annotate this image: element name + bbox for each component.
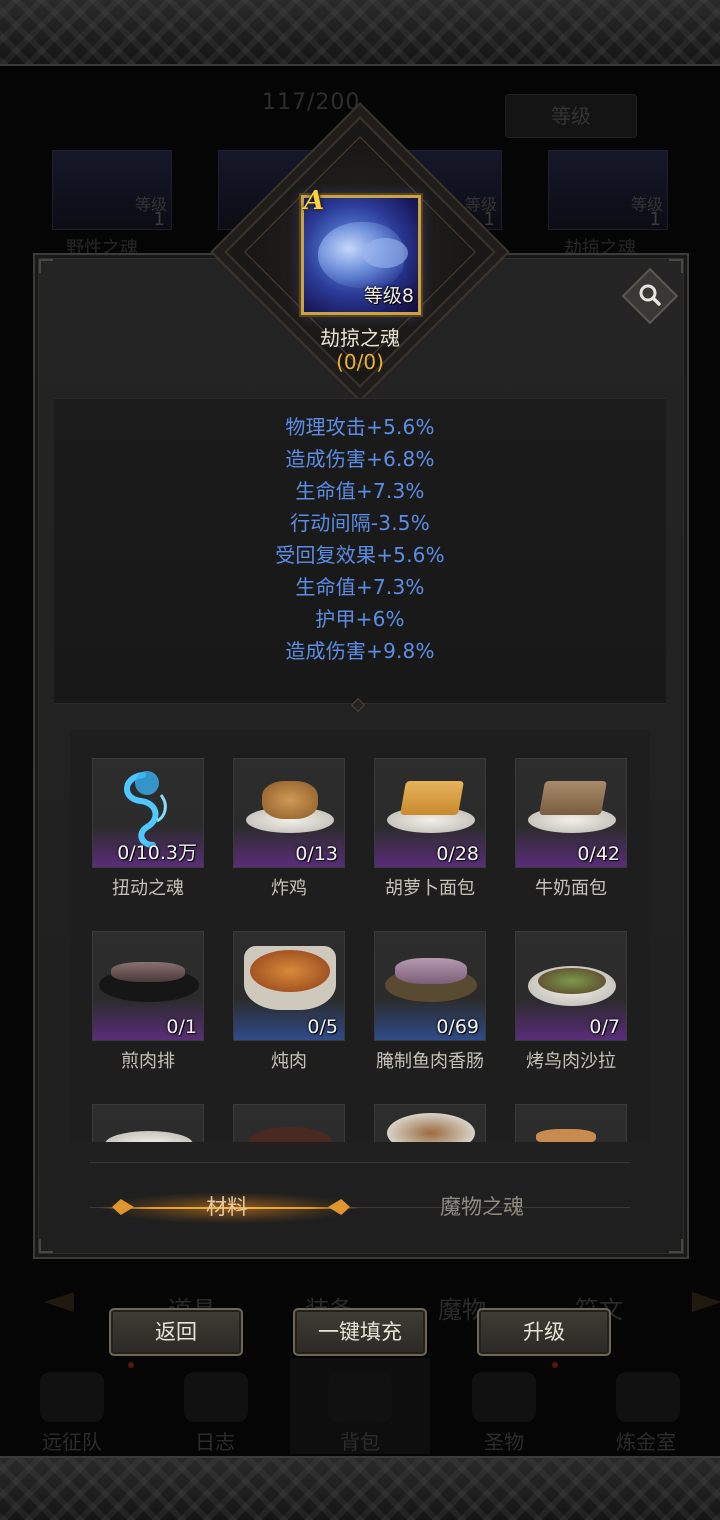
panel-corner [39, 259, 53, 273]
bg-soul-card: 等级 1 [52, 150, 172, 230]
dish-icon [248, 1127, 332, 1142]
fish-sausage-icon [395, 958, 467, 984]
material-tab-bar: 材料 魔物之魂 [90, 1185, 630, 1231]
material-card[interactable] [374, 1104, 486, 1142]
material-item[interactable] [233, 1104, 345, 1142]
soul-progress: (0/0) [336, 350, 384, 374]
material-card[interactable]: 0/7 [515, 931, 627, 1041]
material-label: 烤鸟肉沙拉 [526, 1051, 616, 1072]
fried-chicken-icon [262, 781, 318, 819]
bg-nav-log-icon [184, 1372, 248, 1422]
material-card[interactable]: 0/69 [374, 931, 486, 1041]
material-count: 0/13 [295, 843, 338, 865]
notification-dot [552, 1362, 558, 1368]
material-item[interactable]: 0/5 炖肉 [233, 931, 345, 1073]
material-label: 煎肉排 [121, 1051, 175, 1072]
stat-line: 行动间隔-3.5% [290, 511, 430, 535]
material-card[interactable]: 0/42 [515, 758, 627, 868]
material-item[interactable]: 0/13 炸鸡 [233, 758, 345, 900]
tab-materials[interactable]: 材料 [206, 1191, 248, 1221]
blue-wisp-icon [124, 771, 167, 848]
material-count: 0/28 [436, 843, 479, 865]
beast-soul-glow [362, 238, 408, 268]
bg-soul-card: 等级 1 [548, 150, 668, 230]
bg-nav-label: 日志 [195, 1430, 235, 1454]
material-count: 0/42 [577, 843, 620, 865]
dish-icon [105, 1131, 193, 1142]
materials-grid[interactable]: 0/10.3万 扭动之魂 0/13 炸鸡 0/28 胡萝卜面包 0/42 牛奶面… [70, 730, 650, 1142]
material-card[interactable]: 0/5 [233, 931, 345, 1041]
material-count: 0/10.3万 [117, 842, 197, 864]
material-count: 0/69 [436, 1016, 479, 1038]
bg-sort-button: 等级 [505, 94, 637, 138]
material-count: 0/5 [307, 1016, 338, 1038]
material-label: 扭动之魂 [112, 878, 184, 899]
stew-icon [250, 950, 330, 992]
back-button[interactable]: 返回 [109, 1308, 243, 1356]
material-count: 0/7 [589, 1016, 620, 1038]
material-item[interactable]: 0/1 煎肉排 [92, 931, 204, 1073]
bg-card-level: 1 [153, 209, 165, 230]
bg-nav-relic-icon [472, 1372, 536, 1422]
stat-line: 生命值+7.3% [295, 479, 425, 503]
material-item[interactable]: 0/10.3万 扭动之魂 [92, 758, 204, 900]
bg-nav-bag-icon [328, 1372, 392, 1422]
stat-line: 护甲+6% [315, 607, 405, 631]
upgrade-button[interactable]: 升级 [477, 1308, 611, 1356]
dish-icon [536, 1129, 596, 1142]
bg-nav-label: 圣物 [484, 1430, 524, 1454]
material-label: 胡萝卜面包 [385, 878, 475, 899]
material-card[interactable] [233, 1104, 345, 1142]
material-item[interactable]: 0/42 牛奶面包 [515, 758, 627, 900]
fried-steak-icon [111, 962, 185, 982]
magnify-icon[interactable] [632, 278, 668, 314]
panel-corner [669, 259, 683, 273]
bg-nav-label: 远征队 [42, 1430, 102, 1454]
material-label: 炖肉 [271, 1051, 307, 1072]
stat-line: 生命值+7.3% [295, 575, 425, 599]
tab-monster-soul[interactable]: 魔物之魂 [440, 1191, 524, 1221]
material-card[interactable] [515, 1104, 627, 1142]
material-item[interactable]: 0/69 腌制鱼肉香肠 [374, 931, 486, 1073]
auto-fill-button[interactable]: 一键填充 [293, 1308, 427, 1356]
bg-nav-expedition-icon [40, 1372, 104, 1422]
bird-salad-icon [538, 968, 606, 994]
material-label: 牛奶面包 [535, 878, 607, 899]
portrait-level: 等级8 [363, 285, 414, 307]
bg-nav-label: 炼金室 [616, 1430, 676, 1454]
material-card[interactable]: 0/1 [92, 931, 204, 1041]
bg-nav-label: 背包 [340, 1430, 380, 1454]
material-label: 炸鸡 [271, 878, 307, 899]
notification-dot [128, 1362, 134, 1368]
material-item[interactable] [515, 1104, 627, 1142]
materials-divider [90, 1162, 630, 1163]
material-card[interactable]: 0/10.3万 [92, 758, 204, 868]
top-ornate-band [0, 0, 720, 66]
material-label: 腌制鱼肉香肠 [376, 1051, 484, 1072]
stat-line: 物理攻击+5.6% [285, 415, 435, 439]
material-item[interactable] [92, 1104, 204, 1142]
panel-corner [39, 1239, 53, 1253]
bg-card-level: 1 [649, 209, 661, 230]
bg-inventory-count: 117/200 [262, 90, 361, 115]
milk-bread-icon [539, 781, 607, 815]
material-card[interactable]: 0/13 [233, 758, 345, 868]
dish-icon [387, 1113, 475, 1142]
carrot-bread-icon [400, 781, 464, 815]
material-count: 0/1 [166, 1016, 197, 1038]
material-card[interactable]: 0/28 [374, 758, 486, 868]
stat-line: 造成伤害+9.8% [285, 639, 435, 663]
bottom-ornate-band [0, 1456, 720, 1520]
panel-corner [669, 1239, 683, 1253]
bg-nav-alchemy-icon [616, 1372, 680, 1422]
material-item[interactable]: 0/7 烤鸟肉沙拉 [515, 931, 627, 1073]
soul-name: 劫掠之魂 [320, 326, 400, 350]
material-card[interactable] [92, 1104, 204, 1142]
material-item[interactable] [374, 1104, 486, 1142]
rank-badge: A [304, 186, 325, 216]
stats-list: 物理攻击+5.6% 造成伤害+6.8% 生命值+7.3% 行动间隔-3.5% 受… [54, 398, 666, 704]
material-item[interactable]: 0/28 胡萝卜面包 [374, 758, 486, 900]
stat-line: 造成伤害+6.8% [285, 447, 435, 471]
stat-line: 受回复效果+5.6% [275, 543, 445, 567]
